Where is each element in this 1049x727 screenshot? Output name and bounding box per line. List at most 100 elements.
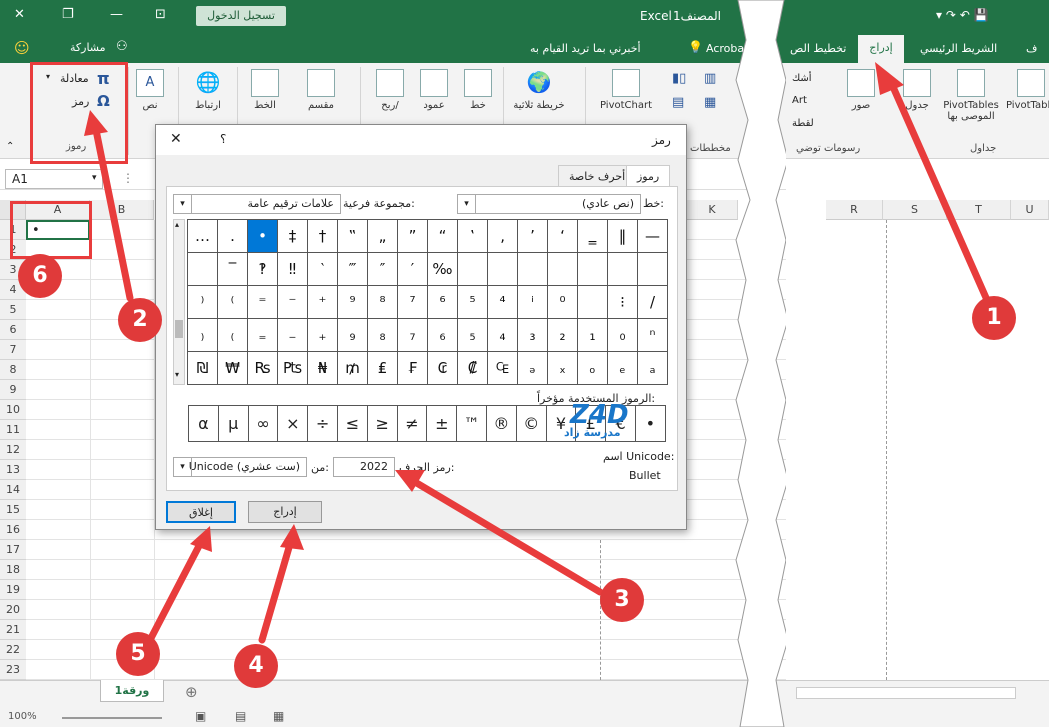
symbol-cell[interactable]: ‾: [218, 253, 248, 286]
right-qat-icons[interactable]: ▾ ↷ ↶ 💾: [936, 8, 989, 22]
tab-symbols[interactable]: رموز: [626, 165, 671, 187]
symbol-cell[interactable]: ‵: [308, 253, 338, 286]
column-chart-icon[interactable]: ▥: [704, 71, 716, 86]
tab-insert[interactable]: إدراج: [858, 35, 904, 63]
symbol-cell[interactable]: ₩: [218, 352, 248, 385]
subset-select[interactable]: ▾ علامات ترقيم عامة: [173, 194, 341, 214]
symbol-cell[interactable]: ⁝: [608, 286, 638, 319]
symbol-cell[interactable]: ₧: [278, 352, 308, 385]
row-header[interactable]: 11: [0, 420, 26, 440]
smiley-icon[interactable]: ☺: [14, 39, 30, 57]
row-header[interactable]: 13: [0, 460, 26, 480]
bar-chart-icon[interactable]: ▮▯: [672, 71, 686, 86]
symbol-cell[interactable]: ‰: [428, 253, 458, 286]
name-box[interactable]: A1: [5, 169, 103, 189]
symbol-cell[interactable]: ⁱ: [518, 286, 548, 319]
slicer-button[interactable]: مقسم: [298, 69, 344, 111]
sign-in-button[interactable]: تسجيل الدخول: [196, 6, 286, 26]
symbol-cell[interactable]: /: [638, 286, 668, 319]
recent-symbol-cell[interactable]: ®: [487, 406, 517, 441]
symbol-cell[interactable]: ⁽: [218, 286, 248, 319]
symbol-cell[interactable]: ₉: [338, 319, 368, 352]
symbol-cell[interactable]: ″: [368, 253, 398, 286]
symbol-cell[interactable]: ‽: [248, 253, 278, 286]
symbol-cell[interactable]: ₋: [278, 319, 308, 352]
timeline-button[interactable]: الخط: [245, 69, 285, 111]
symbol-cell[interactable]: ₊: [308, 319, 338, 352]
symbol-cell[interactable]: ₠: [488, 352, 518, 385]
line-sparkline-button[interactable]: خط: [460, 69, 496, 111]
symbol-cell[interactable]: ₃: [518, 319, 548, 352]
symbol-cell[interactable]: ₇: [398, 319, 428, 352]
smartart-button[interactable]: Art: [792, 95, 807, 106]
symbol-cell[interactable]: ‗: [578, 220, 608, 253]
column-header-s[interactable]: S: [883, 200, 947, 220]
symbol-cell[interactable]: ⁿ: [638, 319, 668, 352]
symbol-cell[interactable]: ₔ: [518, 352, 548, 385]
fx-options-icon[interactable]: ⋮: [122, 171, 134, 185]
symbol-cell[interactable]: ₀: [608, 319, 638, 352]
row-header[interactable]: 18: [0, 560, 26, 580]
symbol-cell[interactable]: ․: [218, 220, 248, 253]
symbol-cell[interactable]: ₓ: [548, 352, 578, 385]
symbol-cell[interactable]: ₆: [428, 319, 458, 352]
symbol-cell[interactable]: ‴: [338, 253, 368, 286]
row-header[interactable]: 16: [0, 520, 26, 540]
tab-file[interactable]: ف: [1026, 42, 1037, 55]
recommended-pivottables-button[interactable]: PivotTables الموصى بها: [936, 69, 1006, 122]
minimize-window-icon[interactable]: —: [110, 7, 123, 22]
row-header[interactable]: 19: [0, 580, 26, 600]
symbol-cell[interactable]: ‚: [488, 220, 518, 253]
column-header-b[interactable]: B: [90, 200, 154, 220]
symbol-cell[interactable]: ⁵: [458, 286, 488, 319]
scroll-up-icon[interactable]: ▴: [175, 220, 179, 229]
recent-symbol-cell[interactable]: ÷: [308, 406, 338, 441]
symbol-cell[interactable]: —: [638, 220, 668, 253]
symbol-cell[interactable]: [638, 253, 668, 286]
winloss-button[interactable]: ربح/: [372, 69, 408, 111]
symbol-cell[interactable]: „: [368, 220, 398, 253]
horizontal-scrollbar[interactable]: [796, 687, 1016, 699]
tab-home[interactable]: الشريط الرئيسي: [920, 42, 997, 55]
stat-chart-icon[interactable]: ▦: [704, 95, 716, 110]
recent-symbol-cell[interactable]: ≠: [398, 406, 428, 441]
recent-symbol-cell[interactable]: •: [636, 406, 666, 441]
symbol-cell[interactable]: †: [308, 220, 338, 253]
symbol-cell[interactable]: ‡: [278, 220, 308, 253]
zoom-slider[interactable]: [62, 717, 162, 719]
symbol-cell[interactable]: [548, 253, 578, 286]
row-header[interactable]: 22: [0, 640, 26, 660]
close-button[interactable]: إغلاق: [166, 501, 236, 523]
symbol-cell[interactable]: [188, 253, 218, 286]
from-select[interactable]: ▾ Unicode (ست عشري): [173, 457, 307, 477]
zoom-level[interactable]: 100%: [8, 711, 37, 722]
symbol-cell[interactable]: •: [248, 220, 278, 253]
symbol-cell[interactable]: ‖: [608, 220, 638, 253]
dialog-close-icon[interactable]: ✕: [170, 131, 182, 147]
table-button[interactable]: جدول: [900, 69, 934, 111]
restore-window-icon[interactable]: ❐: [62, 7, 74, 22]
symbol-cell[interactable]: ‘: [548, 220, 578, 253]
column-header-k[interactable]: K: [687, 200, 738, 220]
symbol-cell[interactable]: ₡: [458, 352, 488, 385]
symbol-cell[interactable]: ⁻: [278, 286, 308, 319]
combo-chart-icon[interactable]: ▤: [672, 95, 684, 110]
symbol-cell[interactable]: ₅: [458, 319, 488, 352]
symbol-cell[interactable]: ⁾: [188, 286, 218, 319]
symbol-cell[interactable]: [488, 253, 518, 286]
tab-special-characters[interactable]: أحرف خاصة: [558, 165, 637, 187]
symbol-cell[interactable]: [518, 253, 548, 286]
symbol-cell[interactable]: ₤: [368, 352, 398, 385]
row-header[interactable]: 12: [0, 440, 26, 460]
symbol-cell[interactable]: ‛: [458, 220, 488, 253]
recent-symbol-cell[interactable]: ∞: [249, 406, 279, 441]
page-break-view-icon[interactable]: ▦: [273, 709, 284, 723]
add-sheet-icon[interactable]: ⊕: [185, 683, 198, 701]
page-layout-view-icon[interactable]: ▣: [195, 709, 206, 723]
symbol-cell[interactable]: ⁺: [308, 286, 338, 319]
close-window-icon[interactable]: ✕: [14, 7, 25, 22]
shapes-button[interactable]: أشك: [792, 73, 812, 84]
symbol-cell[interactable]: ₨: [248, 352, 278, 385]
recent-symbol-cell[interactable]: ≥: [368, 406, 398, 441]
symbol-cell[interactable]: ”: [398, 220, 428, 253]
